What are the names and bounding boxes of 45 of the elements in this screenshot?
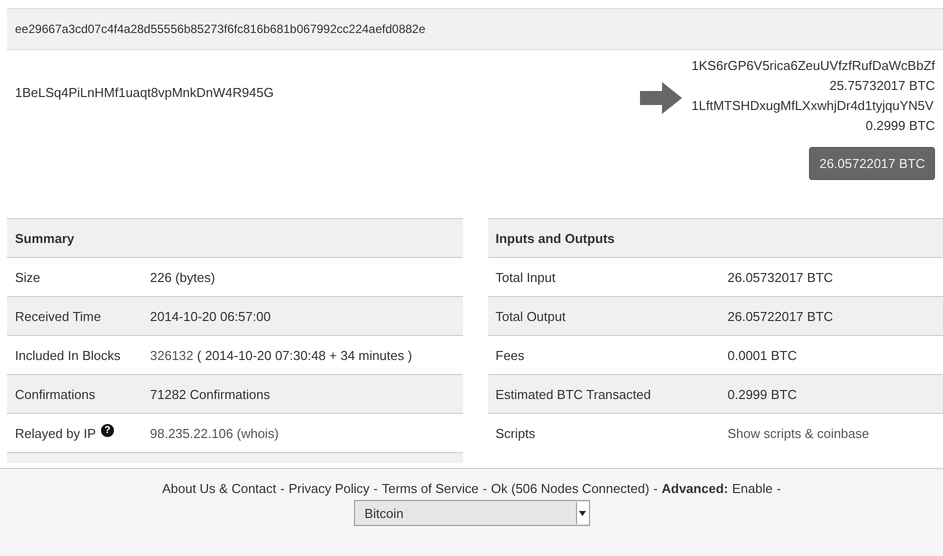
output-address[interactable]: 1KS6rGP6V5rica6ZeuUVfzfRufDaWcBbZf bbox=[692, 56, 935, 76]
separator-text: - bbox=[776, 481, 781, 496]
value-link[interactable]: 326132 bbox=[150, 348, 194, 362]
footer-link[interactable]: Enable bbox=[732, 481, 773, 496]
value-text: 26.05722017 BTC bbox=[728, 308, 834, 324]
row-label: Size bbox=[15, 270, 40, 284]
footer-link[interactable]: About Us & Contact bbox=[162, 481, 276, 496]
row-label: Total Output bbox=[496, 308, 566, 324]
footer-label: Advanced: bbox=[662, 481, 728, 496]
value-link[interactable]: Show scripts & coinbase bbox=[728, 426, 870, 440]
help-icon[interactable]: ? bbox=[100, 424, 114, 436]
separator-text: - bbox=[280, 481, 285, 496]
row-label: Estimated BTC Transacted bbox=[496, 386, 651, 402]
value-text: 226 (bytes) bbox=[150, 270, 216, 284]
separator-text: - bbox=[482, 481, 488, 496]
caret-icon bbox=[579, 510, 586, 516]
total-button[interactable]: 26.05722017 BTC bbox=[809, 147, 935, 180]
separator-text: - bbox=[374, 481, 378, 496]
value-text: ( 2014-10-20 07:30:48 + 34 minutes ) bbox=[197, 348, 412, 362]
value-text: 0.0001 BTC bbox=[728, 348, 797, 362]
value-text: 2014-10-20 06:57:00 bbox=[150, 308, 271, 324]
row-label: Relayed by IP bbox=[15, 426, 96, 440]
row-label: Total Input bbox=[496, 270, 556, 284]
arrow-icon bbox=[640, 82, 682, 114]
row-label: Included In Blocks bbox=[15, 348, 121, 362]
value-text: 26.05732017 BTC bbox=[728, 270, 834, 284]
value-text: 71282 Confirmations bbox=[150, 386, 270, 402]
row-label: Fees bbox=[496, 348, 524, 362]
output-amount: 0.2999 BTC bbox=[866, 117, 935, 135]
table-header: Inputs and Outputs bbox=[488, 218, 943, 257]
table-header: Summary bbox=[7, 218, 462, 257]
separator-text: - bbox=[653, 481, 658, 496]
currency-select[interactable]: Bitcoin bbox=[354, 500, 590, 526]
row-label: Confirmations bbox=[15, 386, 96, 402]
row-label: Received Time bbox=[15, 308, 101, 324]
input-address[interactable]: 1BeLSq4PiLnHMf1uaqt8vpMnkDnW4R945G bbox=[15, 84, 274, 100]
output-address[interactable]: 1LftMTSHDxugMfLXxwhjDr4d1tyjquYN5V bbox=[692, 96, 934, 116]
footer-link[interactable]: Ok (506 Nodes Connected) bbox=[491, 481, 650, 496]
row-label: Scripts bbox=[496, 426, 536, 440]
output-amount: 25.75732017 BTC bbox=[829, 77, 935, 95]
footer-link[interactable]: Terms of Service bbox=[382, 481, 479, 496]
transaction-hash: ee29667a3cd07c4f4a28d55556b85273f6fc816b681b067992cc224aefd0882e bbox=[7, 8, 943, 50]
footer-link[interactable]: Privacy Policy bbox=[288, 481, 370, 496]
value-text: 0.2999 BTC bbox=[728, 386, 797, 402]
value-link[interactable]: 98.235.22.106 (whois) bbox=[150, 426, 279, 440]
